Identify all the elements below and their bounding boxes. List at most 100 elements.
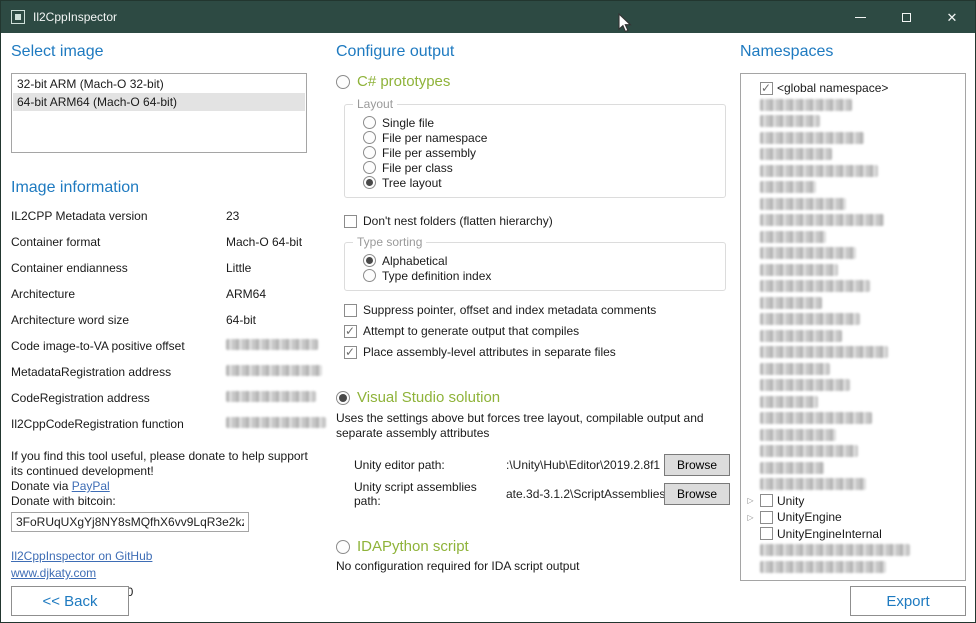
- namespace-row[interactable]: <global namespace>: [745, 80, 962, 97]
- export-button[interactable]: Export: [850, 586, 966, 616]
- namespace-row[interactable]: UnityEngineInternal: [745, 526, 962, 543]
- csharp-prototypes-radio[interactable]: C# prototypes: [336, 73, 730, 90]
- checkbox-icon: [760, 511, 773, 524]
- namespace-row[interactable]: [745, 344, 962, 361]
- namespace-row[interactable]: [745, 179, 962, 196]
- namespace-row[interactable]: [745, 262, 962, 279]
- namespace-row[interactable]: [745, 245, 962, 262]
- radio-icon: [363, 176, 376, 189]
- radio-label: File per class: [382, 161, 453, 175]
- unity-assemblies-path-label: Unity script assemblies path:: [354, 480, 506, 508]
- configure-panel: Configure output C# prototypes Layout Si…: [326, 33, 730, 623]
- idapython-radio[interactable]: IDAPython script: [336, 538, 730, 555]
- minimize-button[interactable]: [837, 1, 883, 33]
- output-option-checkbox[interactable]: Place assembly-level attributes in separ…: [344, 345, 730, 359]
- namespace-redacted: [760, 478, 866, 490]
- image-list-item[interactable]: 32-bit ARM (Mach-O 32-bit): [13, 75, 305, 93]
- namespace-row[interactable]: ▷Unity: [745, 493, 962, 510]
- namespace-redacted: [760, 247, 856, 259]
- radio-label: Alphabetical: [382, 254, 447, 268]
- flatten-checkbox[interactable]: Don't nest folders (flatten hierarchy): [344, 214, 730, 228]
- namespace-redacted: [760, 544, 910, 556]
- unity-editor-path-label: Unity editor path:: [354, 458, 506, 472]
- namespace-row[interactable]: [745, 278, 962, 295]
- image-list-item[interactable]: 64-bit ARM64 (Mach-O 64-bit): [13, 93, 305, 111]
- github-link[interactable]: Il2CppInspector on GitHub: [11, 548, 152, 564]
- namespace-row[interactable]: [745, 361, 962, 378]
- expander-icon[interactable]: ▷: [745, 513, 756, 522]
- namespace-row[interactable]: [745, 427, 962, 444]
- info-row: Il2CppCodeRegistration function: [11, 417, 326, 443]
- layout-group-title: Layout: [353, 97, 397, 111]
- namespace-redacted: [760, 148, 832, 160]
- layout-option[interactable]: File per namespace: [355, 130, 725, 145]
- info-row: MetadataRegistration address: [11, 365, 326, 391]
- close-icon: ✕: [947, 11, 958, 24]
- namespace-row[interactable]: [745, 394, 962, 411]
- output-option-checkbox[interactable]: Suppress pointer, offset and index metad…: [344, 303, 730, 317]
- unity-assemblies-browse-button[interactable]: Browse: [664, 483, 730, 505]
- paypal-link[interactable]: PayPal: [72, 479, 110, 493]
- namespace-tree[interactable]: <global namespace> ▷Unity▷UnityEngineUnit…: [740, 73, 966, 581]
- type-sorting-option[interactable]: Alphabetical: [355, 253, 725, 268]
- namespace-row[interactable]: [745, 559, 962, 576]
- namespace-row[interactable]: [745, 328, 962, 345]
- layout-option[interactable]: Single file: [355, 115, 725, 130]
- namespace-redacted: [760, 181, 816, 193]
- layout-option[interactable]: Tree layout: [355, 175, 725, 190]
- image-listbox[interactable]: 32-bit ARM (Mach-O 32-bit)64-bit ARM64 (…: [11, 73, 307, 153]
- info-label: IL2CPP Metadata version: [11, 209, 226, 223]
- namespace-row[interactable]: ▷UnityEngine: [745, 509, 962, 526]
- namespace-row[interactable]: [745, 443, 962, 460]
- namespace-redacted: [760, 214, 884, 226]
- info-label: Container endianness: [11, 261, 226, 275]
- info-label: Container format: [11, 235, 226, 249]
- unity-assemblies-path-value: ate.3d-3.1.2\ScriptAssemblies: [506, 487, 664, 501]
- info-value-redacted: [226, 417, 326, 428]
- namespace-row[interactable]: [745, 311, 962, 328]
- namespace-row[interactable]: [745, 377, 962, 394]
- namespace-redacted: [760, 264, 838, 276]
- maximize-button[interactable]: [883, 1, 929, 33]
- output-option-checkbox[interactable]: Attempt to generate output that compiles: [344, 324, 730, 338]
- title-bar[interactable]: Il2CppInspector ✕: [1, 1, 975, 33]
- namespace-row[interactable]: [745, 146, 962, 163]
- namespace-row[interactable]: [745, 113, 962, 130]
- info-value-redacted: [226, 391, 316, 402]
- namespace-row[interactable]: [745, 460, 962, 477]
- vs-solution-radio[interactable]: Visual Studio solution: [336, 389, 730, 406]
- expander-icon[interactable]: ▷: [745, 496, 756, 505]
- back-button[interactable]: << Back: [11, 586, 129, 616]
- namespace-row[interactable]: [745, 130, 962, 147]
- radio-label: File per assembly: [382, 146, 476, 160]
- namespace-row[interactable]: [745, 229, 962, 246]
- type-sorting-option[interactable]: Type definition index: [355, 268, 725, 283]
- radio-icon: [363, 116, 376, 129]
- unity-editor-browse-button[interactable]: Browse: [664, 454, 730, 476]
- namespace-row[interactable]: [745, 212, 962, 229]
- namespace-redacted: [760, 99, 852, 111]
- checkbox-icon: [344, 215, 357, 228]
- layout-option[interactable]: File per assembly: [355, 145, 725, 160]
- namespace-row[interactable]: [745, 163, 962, 180]
- unity-editor-path-row: Unity editor path: :\Unity\Hub\Editor\20…: [354, 453, 730, 477]
- close-button[interactable]: ✕: [929, 1, 975, 33]
- namespace-redacted: [760, 363, 830, 375]
- namespace-row[interactable]: [745, 97, 962, 114]
- namespace-row[interactable]: [745, 295, 962, 312]
- namespace-row[interactable]: [745, 196, 962, 213]
- layout-groupbox: Layout Single fileFile per namespaceFile…: [344, 104, 726, 198]
- radio-icon: [336, 391, 350, 405]
- info-row: Container formatMach-O 64-bit: [11, 235, 326, 261]
- namespace-row[interactable]: [745, 410, 962, 427]
- website-link[interactable]: www.djkaty.com: [11, 565, 96, 581]
- namespace-redacted: [760, 379, 850, 391]
- info-label: Code image-to-VA positive offset: [11, 339, 226, 353]
- checkbox-label: Attempt to generate output that compiles: [363, 324, 579, 338]
- bitcoin-address-input[interactable]: [11, 512, 249, 532]
- radio-label: Single file: [382, 116, 434, 130]
- layout-option[interactable]: File per class: [355, 160, 725, 175]
- namespace-row[interactable]: [745, 542, 962, 559]
- namespace-row[interactable]: [745, 476, 962, 493]
- checkbox-icon: [344, 346, 357, 359]
